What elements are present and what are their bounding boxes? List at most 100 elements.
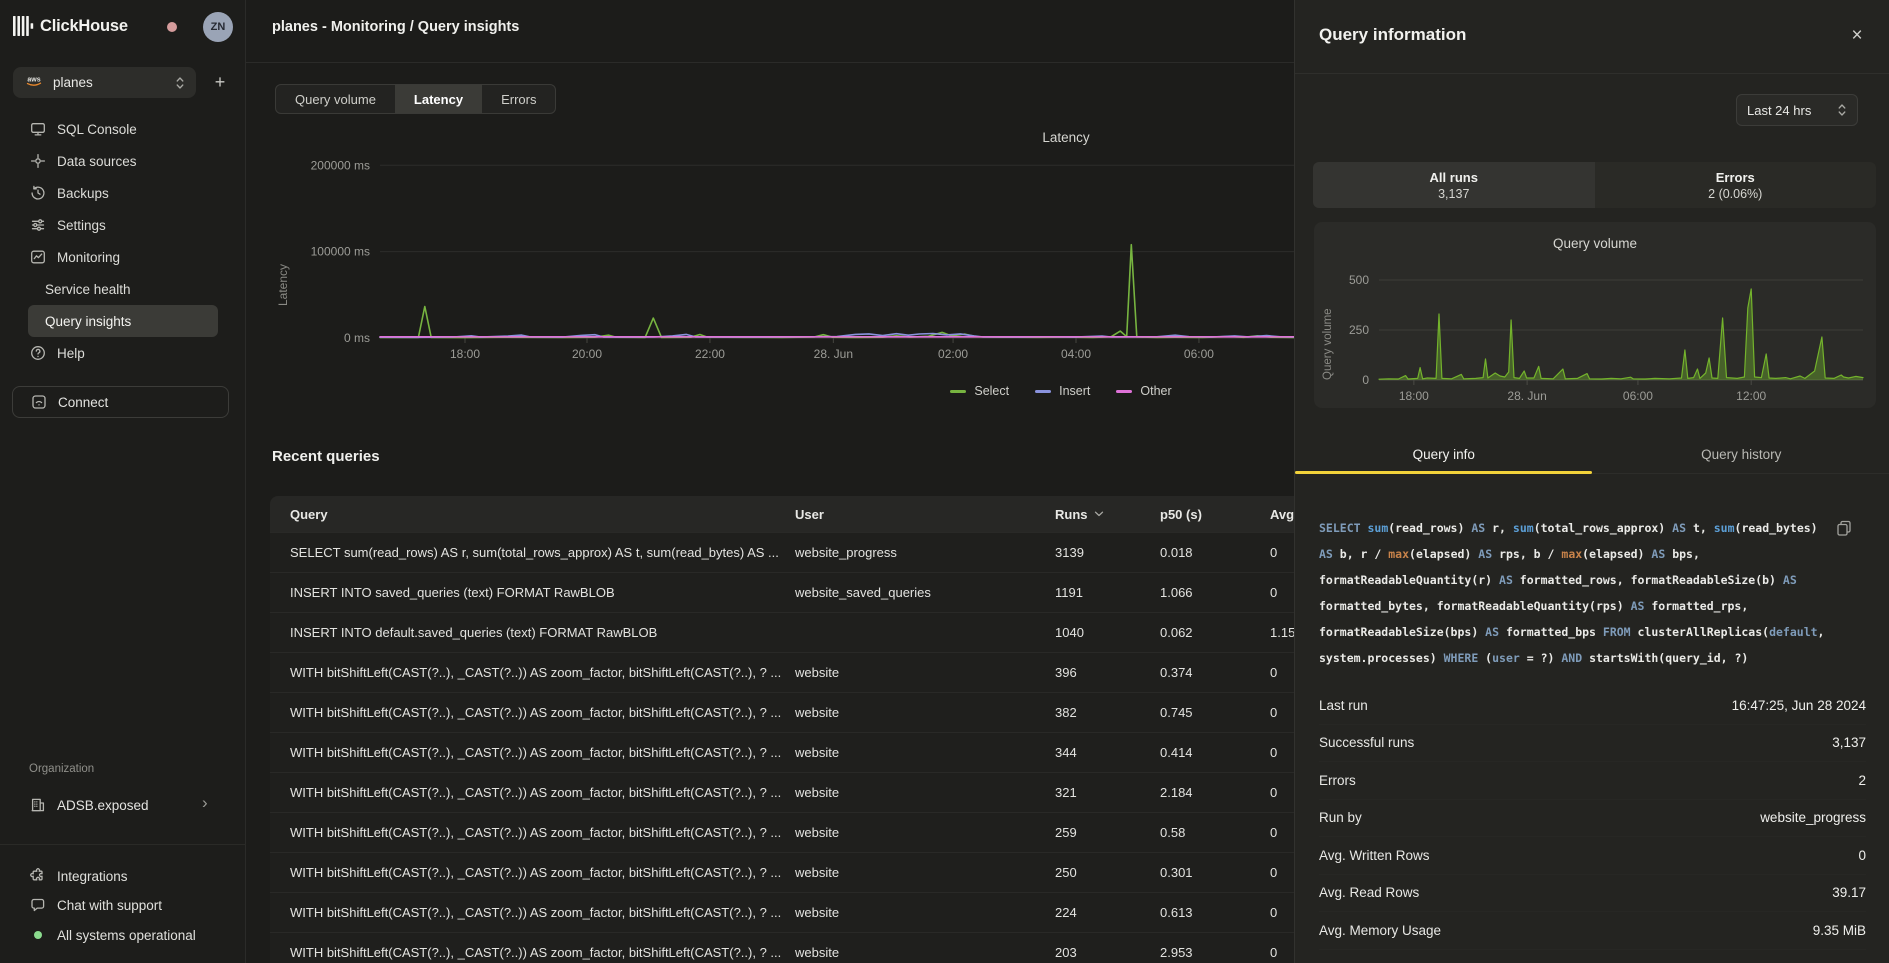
stat-value: 2 (1858, 773, 1866, 788)
sidebar: ClickHouse ZN aws planes + SQL Console (0, 0, 246, 963)
runs-errors-toggle: All runs 3,137 Errors 2 (0.06%) (1313, 162, 1876, 208)
user-cell: website (795, 693, 1045, 732)
time-range-select[interactable]: Last 24 hrs (1736, 94, 1858, 126)
query-cell: WITH bitShiftLeft(CAST(?..), _CAST(?..))… (290, 653, 785, 692)
svg-text:18:00: 18:00 (450, 347, 480, 361)
sidebar-item-sql-console[interactable]: SQL Console (0, 113, 246, 145)
avg-cell: 0 (1270, 893, 1294, 932)
recent-queries-table: Query User Runs p50 (s) Avg. SELECT sum(… (270, 496, 1294, 963)
avg-cell: 0 (1270, 693, 1294, 732)
latency-chart-legend: Select Insert Other (846, 384, 1276, 398)
sidebar-item-query-insights[interactable]: Query insights (28, 305, 218, 337)
sidebar-item-backups[interactable]: Backups (0, 177, 246, 209)
query-cell: WITH bitShiftLeft(CAST(?..), _CAST(?..))… (290, 813, 785, 852)
runs-cell: 344 (1055, 733, 1155, 772)
breadcrumb: planes - Monitoring / Query insights (272, 19, 519, 35)
data-sources-icon (30, 153, 46, 169)
stat-row: Avg. Memory Usage 9.35 MiB (1319, 912, 1866, 950)
organization-label: Organization (29, 763, 94, 775)
sidebar-item-monitoring[interactable]: Monitoring (0, 241, 246, 273)
query-cell: WITH bitShiftLeft(CAST(?..), _CAST(?..))… (290, 893, 785, 932)
sidebar-divider (0, 844, 246, 845)
legend-item[interactable]: Other (1116, 384, 1171, 398)
stat-row: Avg. Written Rows 0 (1319, 837, 1866, 875)
stat-row: p50 latency 0.018s (1319, 950, 1866, 963)
column-header-runs[interactable]: Runs (1055, 496, 1155, 532)
sidebar-item-settings[interactable]: Settings (0, 209, 246, 241)
stat-row: Avg. Read Rows 39.17 (1319, 875, 1866, 913)
runs-cell: 259 (1055, 813, 1155, 852)
stat-label: Avg. Written Rows (1319, 848, 1430, 863)
table-row[interactable]: WITH bitShiftLeft(CAST(?..), _CAST(?..))… (270, 732, 1294, 772)
p50-cell: 0.018 (1160, 533, 1260, 572)
table-row[interactable]: WITH bitShiftLeft(CAST(?..), _CAST(?..))… (270, 892, 1294, 932)
connect-button[interactable]: Connect (12, 386, 229, 418)
p50-cell: 0.374 (1160, 653, 1260, 692)
stat-row: Errors 2 (1319, 762, 1866, 800)
help-icon (30, 345, 46, 361)
legend-item[interactable]: Insert (1035, 384, 1090, 398)
user-cell: website (795, 773, 1045, 812)
organization-switcher[interactable]: ADSB.exposed › (0, 789, 246, 821)
sidebar-item-help[interactable]: Help (0, 337, 246, 369)
settings-icon (30, 217, 46, 233)
table-row[interactable]: WITH bitShiftLeft(CAST(?..), _CAST(?..))… (270, 932, 1294, 963)
toggle-errors[interactable]: Errors 2 (0.06%) (1595, 162, 1877, 208)
chat-icon (30, 897, 46, 913)
query-cell: WITH bitShiftLeft(CAST(?..), _CAST(?..))… (290, 933, 785, 963)
clickhouse-logo-icon (12, 15, 36, 42)
green-status-dot (34, 931, 42, 939)
sidebar-item-service-health[interactable]: Service health (0, 273, 246, 305)
app: ClickHouse ZN aws planes + SQL Console (0, 0, 1889, 963)
stat-value: 9.35 MiB (1813, 923, 1866, 938)
svg-text:12:00: 12:00 (1736, 389, 1766, 403)
add-service-button[interactable]: + (207, 69, 233, 95)
avg-cell: 0 (1270, 533, 1294, 572)
table-row[interactable]: INSERT INTO default.saved_queries (text)… (270, 612, 1294, 652)
query-cell: WITH bitShiftLeft(CAST(?..), _CAST(?..))… (290, 733, 785, 772)
svg-text:250: 250 (1349, 323, 1369, 337)
sidebar-item-chat-support[interactable]: Chat with support (0, 889, 246, 921)
column-header-user[interactable]: User (795, 496, 1045, 532)
query-volume-chart: 500250018:0028. Jun06:0012:00 (1314, 222, 1876, 408)
stat-value: 39.17 (1832, 885, 1866, 900)
avatar[interactable]: ZN (203, 12, 233, 42)
table-row[interactable]: WITH bitShiftLeft(CAST(?..), _CAST(?..))… (270, 692, 1294, 732)
svg-text:0: 0 (1362, 373, 1369, 387)
stat-value: 0 (1858, 848, 1866, 863)
sidebar-item-integrations[interactable]: Integrations (0, 860, 246, 892)
close-icon[interactable]: × (1844, 23, 1870, 49)
column-header-p50[interactable]: p50 (s) (1160, 496, 1260, 532)
query-information-panel: Query information × Last 24 hrs All runs… (1294, 0, 1889, 963)
query-cell: SELECT sum(read_rows) AS r, sum(total_ro… (290, 533, 785, 572)
column-header-avg[interactable]: Avg. (1270, 496, 1294, 532)
sql-console-icon (30, 121, 46, 137)
sql-query-text: SELECT sum(read_rows) AS r, sum(total_ro… (1319, 515, 1867, 671)
project-select[interactable]: aws planes (13, 67, 196, 98)
sidebar-item-data-sources[interactable]: Data sources (0, 145, 246, 177)
user-cell: website_saved_queries (795, 573, 1045, 612)
copy-icon[interactable] (1835, 519, 1853, 537)
table-row[interactable]: SELECT sum(read_rows) AS r, sum(total_ro… (270, 532, 1294, 572)
p50-cell: 0.745 (1160, 693, 1260, 732)
svg-text:04:00: 04:00 (1061, 347, 1091, 361)
stat-label: Avg. Read Rows (1319, 885, 1419, 900)
table-row[interactable]: WITH bitShiftLeft(CAST(?..), _CAST(?..))… (270, 852, 1294, 892)
user-cell: website (795, 853, 1045, 892)
column-header-query[interactable]: Query (290, 496, 785, 532)
table-row[interactable]: WITH bitShiftLeft(CAST(?..), _CAST(?..))… (270, 652, 1294, 692)
p50-cell: 0.414 (1160, 733, 1260, 772)
system-status[interactable]: All systems operational (0, 919, 246, 951)
stat-value: 16:47:25, Jun 28 2024 (1732, 698, 1866, 713)
avg-cell: 0 (1270, 813, 1294, 852)
table-row[interactable]: WITH bitShiftLeft(CAST(?..), _CAST(?..))… (270, 772, 1294, 812)
tab-query-history[interactable]: Query history (1593, 436, 1889, 473)
table-row[interactable]: INSERT INTO saved_queries (text) FORMAT … (270, 572, 1294, 612)
svg-text:06:00: 06:00 (1623, 389, 1653, 403)
toggle-all-runs[interactable]: All runs 3,137 (1313, 162, 1595, 208)
tab-query-info[interactable]: Query info (1295, 436, 1593, 473)
legend-item[interactable]: Select (950, 384, 1009, 398)
p50-cell: 2.953 (1160, 933, 1260, 963)
table-row[interactable]: WITH bitShiftLeft(CAST(?..), _CAST(?..))… (270, 812, 1294, 852)
stat-row: Last run 16:47:25, Jun 28 2024 (1319, 687, 1866, 725)
